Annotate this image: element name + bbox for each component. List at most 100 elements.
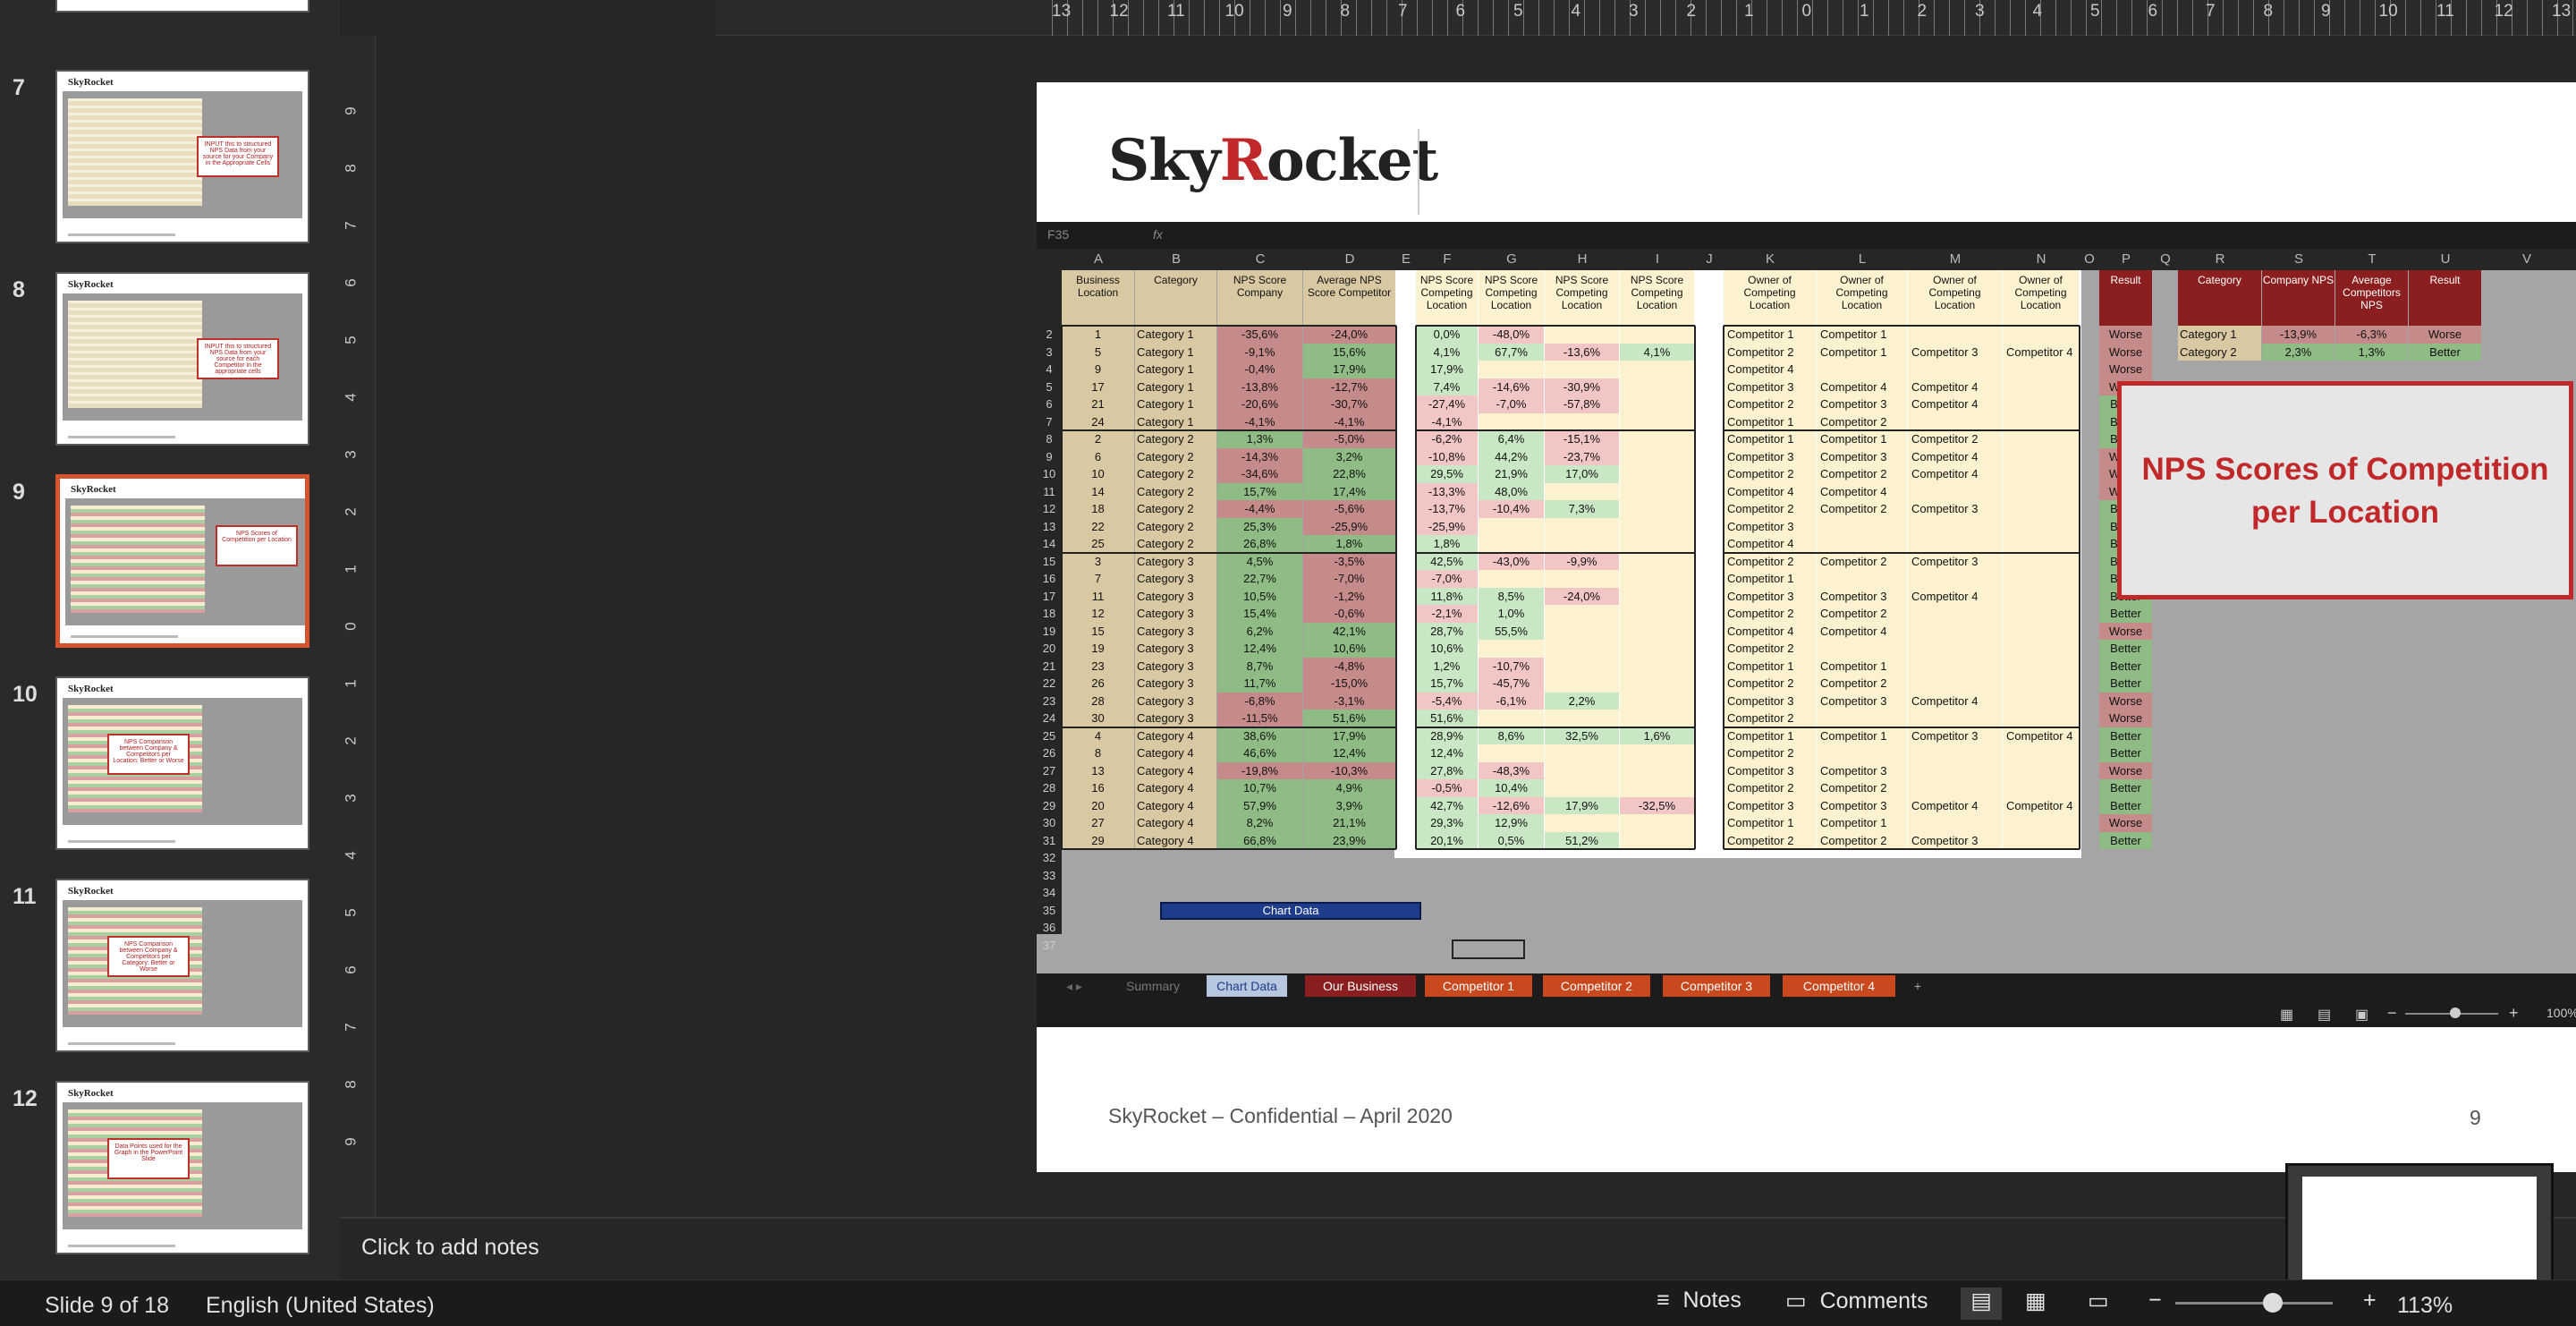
table-cell[interactable]: -27,4% bbox=[1416, 395, 1478, 413]
table-cell[interactable]: Competitor 3 bbox=[1724, 517, 1816, 535]
table-cell[interactable]: Competitor 1 bbox=[1724, 430, 1816, 448]
column-header[interactable]: L bbox=[1817, 249, 1908, 270]
thumbnail-frame[interactable]: SkyRocket NPS Comparison between Company … bbox=[55, 879, 309, 1052]
table-cell[interactable]: Competitor 1 bbox=[1724, 570, 1816, 588]
table-cell[interactable] bbox=[1620, 326, 1694, 344]
table-cell[interactable]: 1,8% bbox=[1416, 535, 1478, 553]
column-heading[interactable]: Owner of Competing Location bbox=[1817, 270, 1907, 326]
column-header[interactable]: G bbox=[1479, 249, 1545, 270]
table-cell[interactable] bbox=[1620, 692, 1694, 710]
table-cell[interactable] bbox=[1620, 361, 1694, 378]
column-heading[interactable]: Owner of Competing Location bbox=[2003, 270, 2079, 326]
table-cell[interactable]: 15,6% bbox=[1303, 343, 1395, 361]
zoom-in-button[interactable]: + bbox=[2363, 1288, 2377, 1320]
slide-thumbnail-12[interactable]: 12 SkyRocket Data Points used for the Grap… bbox=[0, 1081, 340, 1269]
table-cell[interactable]: Competitor 3 bbox=[1817, 761, 1907, 779]
table-cell[interactable] bbox=[1620, 482, 1694, 500]
table-cell[interactable] bbox=[1908, 710, 2002, 727]
sheet-tab-competitor-4[interactable]: Competitor 4 bbox=[1783, 975, 1895, 997]
table-cell[interactable] bbox=[2003, 744, 2079, 762]
row-header[interactable]: 32 bbox=[1037, 849, 1062, 867]
table-cell[interactable]: 11,7% bbox=[1217, 675, 1302, 693]
table-cell[interactable] bbox=[1817, 535, 1907, 553]
row-header[interactable]: 29 bbox=[1037, 797, 1062, 815]
column-header[interactable]: S bbox=[2262, 249, 2335, 270]
table-cell[interactable] bbox=[1908, 361, 2002, 378]
column-heading[interactable]: NPS Score Competing Location bbox=[1620, 270, 1694, 326]
table-cell[interactable] bbox=[1545, 761, 1619, 779]
table-cell[interactable] bbox=[1620, 831, 1694, 849]
notes-pane[interactable]: Click to add notes bbox=[340, 1217, 2576, 1279]
table-cell[interactable]: Competitor 3 bbox=[1724, 692, 1816, 710]
table-cell[interactable]: 12,4% bbox=[1303, 744, 1395, 762]
table-cell[interactable] bbox=[1620, 465, 1694, 483]
table-cell[interactable]: Category 2 bbox=[1135, 482, 1216, 500]
table-cell[interactable] bbox=[2003, 517, 2079, 535]
table-cell[interactable]: 42,5% bbox=[1416, 552, 1478, 570]
table-cell[interactable]: -19,8% bbox=[1217, 761, 1302, 779]
table-cell[interactable]: 0,5% bbox=[1479, 831, 1544, 849]
column-heading[interactable]: NPS Score Competing Location bbox=[1416, 270, 1478, 326]
table-cell[interactable]: Competitor 4 bbox=[1908, 378, 2002, 395]
table-cell[interactable]: Competitor 1 bbox=[1724, 326, 1816, 344]
table-cell[interactable]: 4,5% bbox=[1217, 552, 1302, 570]
column-header[interactable]: N bbox=[2003, 249, 2080, 270]
sheet-tab-competitor-2[interactable]: Competitor 2 bbox=[1543, 975, 1650, 997]
table-cell[interactable]: -14,3% bbox=[1217, 447, 1302, 465]
table-cell[interactable] bbox=[1908, 605, 2002, 623]
table-cell[interactable]: Competitor 2 bbox=[1724, 605, 1816, 623]
table-cell[interactable] bbox=[1479, 535, 1544, 553]
table-cell[interactable]: Category 2 bbox=[1135, 447, 1216, 465]
table-cell[interactable]: 10,6% bbox=[1303, 640, 1395, 658]
row-header[interactable]: 2 bbox=[1037, 326, 1062, 344]
table-cell[interactable]: Competitor 3 bbox=[1817, 447, 1907, 465]
row-header[interactable]: 12 bbox=[1037, 500, 1062, 518]
row-header[interactable]: 26 bbox=[1037, 744, 1062, 762]
table-cell[interactable]: Category 3 bbox=[1135, 622, 1216, 640]
table-cell[interactable]: Competitor 2 bbox=[1817, 412, 1907, 430]
table-cell[interactable]: Category 2 bbox=[1135, 465, 1216, 483]
table-cell[interactable] bbox=[2003, 378, 2079, 395]
table-cell[interactable]: 29 bbox=[1062, 831, 1134, 849]
table-cell[interactable]: 17 bbox=[1062, 378, 1134, 395]
table-cell[interactable] bbox=[2003, 814, 2079, 832]
row-header[interactable]: 18 bbox=[1037, 605, 1062, 623]
table-cell[interactable]: Competitor 3 bbox=[1817, 587, 1907, 605]
table-cell[interactable] bbox=[1620, 517, 1694, 535]
slide-thumbnail-6[interactable] bbox=[0, 0, 340, 36]
notes-button[interactable]: ≡ Notes bbox=[1657, 1288, 1741, 1320]
table-cell[interactable]: Competitor 2 bbox=[1817, 779, 1907, 797]
table-cell[interactable]: -2,1% bbox=[1416, 605, 1478, 623]
chart-data-button[interactable]: Chart Data bbox=[1160, 902, 1421, 920]
table-cell[interactable]: 20 bbox=[1062, 796, 1134, 814]
row-header[interactable]: 37 bbox=[1037, 937, 1062, 955]
table-cell[interactable]: Worse bbox=[2099, 326, 2152, 344]
table-cell[interactable]: Competitor 2 bbox=[1724, 675, 1816, 693]
table-cell[interactable] bbox=[1908, 622, 2002, 640]
table-cell[interactable]: 13 bbox=[1062, 761, 1134, 779]
table-cell[interactable]: 51,6% bbox=[1416, 710, 1478, 727]
table-cell[interactable] bbox=[1479, 710, 1544, 727]
table-cell[interactable]: Competitor 1 bbox=[1817, 657, 1907, 675]
table-cell[interactable]: 8,6% bbox=[1479, 727, 1544, 744]
table-cell[interactable]: 51,2% bbox=[1545, 831, 1619, 849]
table-cell[interactable]: 29,3% bbox=[1416, 814, 1478, 832]
slide-thumbnail-7[interactable]: 7 SkyRocket INPUT this to structured NPS D… bbox=[0, 70, 340, 258]
table-cell[interactable]: -20,6% bbox=[1217, 395, 1302, 413]
table-cell[interactable] bbox=[1908, 570, 2002, 588]
table-cell[interactable]: Category 4 bbox=[1135, 779, 1216, 797]
table-cell[interactable]: Competitor 2 bbox=[1817, 552, 1907, 570]
thumbnail-frame[interactable]: SkyRocket NPS Scores of Competition per L… bbox=[55, 474, 309, 648]
table-cell[interactable] bbox=[1545, 779, 1619, 797]
column-header[interactable]: E bbox=[1396, 249, 1416, 270]
table-cell[interactable]: -10,4% bbox=[1479, 500, 1544, 518]
row-header[interactable]: 23 bbox=[1037, 693, 1062, 710]
table-cell[interactable] bbox=[2003, 326, 2079, 344]
column-header[interactable]: B bbox=[1135, 249, 1217, 270]
table-cell[interactable] bbox=[1817, 517, 1907, 535]
table-cell[interactable]: 1 bbox=[1062, 326, 1134, 344]
table-cell[interactable]: 1,0% bbox=[1479, 605, 1544, 623]
table-cell[interactable] bbox=[2003, 605, 2079, 623]
table-cell[interactable]: Category 1 bbox=[1135, 378, 1216, 395]
table-cell[interactable]: -0,4% bbox=[1217, 361, 1302, 378]
